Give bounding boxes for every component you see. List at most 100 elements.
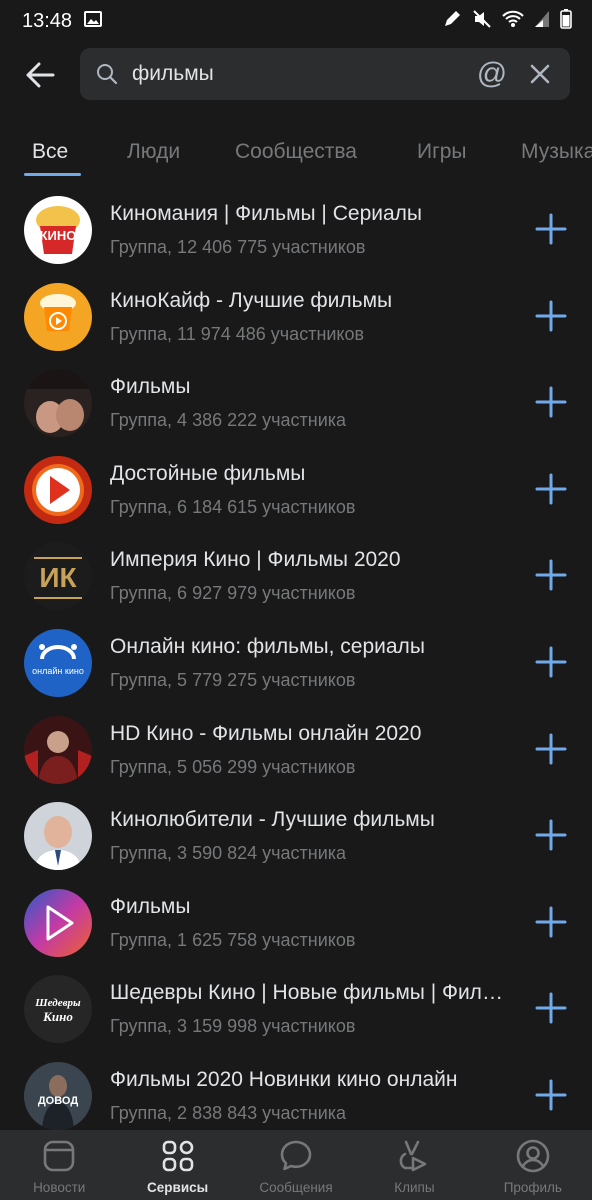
item-subtitle: Группа, 2 838 843 участника: [110, 1102, 347, 1123]
nav-label: Клипы: [394, 1180, 435, 1195]
item-title: КиноКайф - Лучшие фильмы: [110, 288, 393, 312]
avatar: ИК: [24, 542, 92, 611]
tab-people[interactable]: Люди: [127, 140, 180, 164]
item-title: Киномания | Фильмы | Сериалы: [110, 202, 423, 225]
avatar: Шедевры Кино: [24, 975, 92, 1044]
item-title: HD Кино - Фильмы онлайн 2020: [110, 721, 422, 745]
item-subtitle: Группа, 1 625 758 участников: [110, 929, 356, 950]
search-icon: [97, 64, 118, 85]
nav-news[interactable]: Новости: [0, 1130, 118, 1200]
services-icon: [162, 1140, 193, 1172]
avatar: [24, 282, 92, 351]
list-item[interactable]: Кинолюбители - Лучшие фильмы Группа, 3 5…: [0, 792, 592, 879]
add-icon[interactable]: [534, 905, 568, 939]
nav-messages[interactable]: Сообщения: [237, 1130, 355, 1200]
item-subtitle: Группа, 3 590 824 участника: [110, 843, 347, 864]
nav-services[interactable]: Сервисы: [118, 1130, 236, 1200]
add-icon[interactable]: [534, 299, 568, 333]
add-icon[interactable]: [534, 645, 568, 679]
clips-icon: [400, 1140, 427, 1172]
avatar: онлайн кино: [24, 628, 92, 697]
nav-label: Сообщения: [259, 1180, 333, 1195]
search-input[interactable]: фильмы @: [80, 48, 570, 100]
nav-label: Профиль: [503, 1180, 562, 1195]
avatar: [24, 369, 92, 438]
signal-icon: [534, 10, 550, 33]
svg-text:ДОВОД: ДОВОД: [38, 1095, 78, 1107]
add-icon[interactable]: [534, 472, 568, 506]
list-item[interactable]: ДОВОД Фильмы 2020 Новинки кино онлайн Гр…: [0, 1052, 592, 1139]
add-icon[interactable]: [534, 212, 568, 246]
nav-label: Новости: [33, 1180, 86, 1195]
edit-icon: [442, 9, 462, 34]
nav-label: Сервисы: [147, 1180, 209, 1195]
list-item[interactable]: HD Кино - Фильмы онлайн 2020 Группа, 5 0…: [0, 706, 592, 793]
add-icon[interactable]: [534, 732, 568, 766]
item-title: Фильмы: [110, 894, 191, 918]
list-item[interactable]: онлайн кино Онлайн кино: фильмы, сериалы…: [0, 619, 592, 706]
add-icon[interactable]: [534, 991, 568, 1025]
search-results: КИНО Киномания | Фильмы | Сериалы Группа…: [0, 186, 592, 1139]
avatar: [24, 715, 92, 784]
list-item[interactable]: КИНО Киномания | Фильмы | Сериалы Группа…: [0, 186, 592, 273]
item-subtitle: Группа, 6 184 615 участников: [110, 496, 356, 517]
gallery-icon: [84, 10, 103, 32]
list-item[interactable]: ИК Империя Кино | Фильмы 2020 Группа, 6 …: [0, 532, 592, 619]
add-icon[interactable]: [534, 385, 568, 419]
svg-text:КИНО: КИНО: [40, 228, 77, 243]
add-icon[interactable]: [534, 818, 568, 852]
add-icon[interactable]: [534, 1078, 568, 1112]
svg-text:Шедевры: Шедевры: [34, 997, 81, 1009]
item-subtitle: Группа, 5 779 275 участников: [110, 669, 356, 690]
search-header: фильмы @: [0, 48, 592, 102]
search-query: фильмы: [132, 62, 214, 85]
wifi-icon: [502, 10, 524, 33]
item-title: Фильмы 2020 Новинки кино онлайн: [110, 1067, 458, 1091]
item-subtitle: Группа, 6 927 979 участников: [110, 583, 356, 604]
item-subtitle: Группа, 4 386 222 участника: [110, 410, 347, 431]
mention-button[interactable]: @: [474, 56, 510, 92]
active-tab-indicator: [24, 173, 81, 176]
tab-games[interactable]: Игры: [417, 140, 467, 164]
item-subtitle: Группа, 11 974 486 участников: [110, 323, 365, 344]
svg-text:Кино: Кино: [42, 1009, 73, 1024]
avatar: [24, 888, 92, 957]
item-title: Шедевры Кино | Новые фильмы | Фильмы: [110, 981, 510, 1005]
add-icon[interactable]: [534, 558, 568, 592]
messages-icon: [280, 1140, 312, 1171]
status-bar: 13:48: [0, 0, 592, 42]
arrow-left-icon: [26, 62, 55, 88]
item-subtitle: Группа, 5 056 299 участников: [110, 756, 356, 777]
clear-search-button[interactable]: [524, 58, 556, 90]
list-item[interactable]: Фильмы Группа, 1 625 758 участников: [0, 879, 592, 966]
avatar: ДОВОД: [24, 1061, 92, 1130]
item-title: Кинолюбители - Лучшие фильмы: [110, 808, 435, 832]
nav-clips[interactable]: Клипы: [355, 1130, 473, 1200]
news-icon: [43, 1140, 75, 1172]
item-subtitle: Группа, 3 159 998 участников: [110, 1016, 356, 1037]
item-title: Онлайн кино: фильмы, сериалы: [110, 634, 425, 658]
search-tabs: Все Люди Сообщества Игры Музыка: [0, 130, 592, 176]
list-item[interactable]: Достойные фильмы Группа, 6 184 615 участ…: [0, 446, 592, 533]
avatar: [24, 455, 92, 524]
back-button[interactable]: [0, 48, 80, 102]
tab-all[interactable]: Все: [32, 140, 68, 164]
close-icon: [530, 64, 550, 84]
avatar: КИНО: [24, 196, 92, 264]
status-time: 13:48: [22, 9, 73, 32]
list-item[interactable]: Шедевры Кино Шедевры Кино | Новые фильмы …: [0, 965, 592, 1052]
tab-communities[interactable]: Сообщества: [235, 140, 357, 164]
item-title: Фильмы: [110, 375, 191, 399]
nav-profile[interactable]: Профиль: [474, 1130, 592, 1200]
battery-icon: [560, 8, 572, 34]
tab-music[interactable]: Музыка: [521, 140, 592, 164]
mute-icon: [472, 9, 492, 34]
item-subtitle: Группа, 12 406 775 участников: [110, 237, 366, 257]
svg-text:онлайн кино: онлайн кино: [32, 666, 84, 676]
list-item[interactable]: Фильмы Группа, 4 386 222 участника: [0, 359, 592, 446]
avatar: [24, 802, 92, 871]
list-item[interactable]: КиноКайф - Лучшие фильмы Группа, 11 974 …: [0, 273, 592, 360]
item-title: Империя Кино | Фильмы 2020: [110, 548, 401, 572]
profile-icon: [516, 1139, 550, 1173]
item-title: Достойные фильмы: [110, 461, 306, 485]
